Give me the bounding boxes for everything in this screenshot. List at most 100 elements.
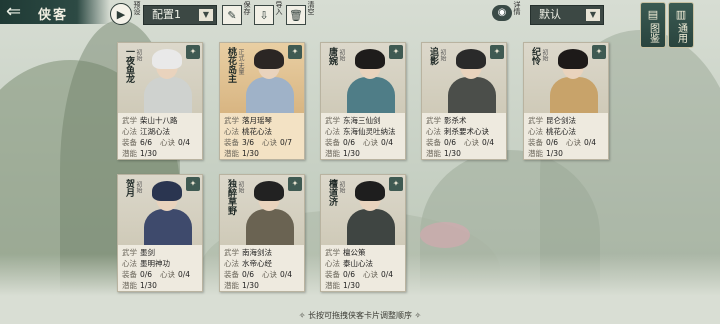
hero-portrait: 唐婉 初始 ✦ xyxy=(321,43,405,113)
equip-key: 装备 xyxy=(224,270,239,279)
equip-key: 装备 xyxy=(325,138,340,147)
hero-info: 武学 南海剑法 心法 水帝心经 装备 0/6 心诀 0/4 潜能 1/30 xyxy=(224,247,304,291)
hero-tag: 初始 xyxy=(541,49,548,61)
hero-info: 武学 柴山十八路 心法 江湖心法 装备 6/6 心诀 0/4 潜能 1/30 xyxy=(122,115,202,159)
equip-key: 装备 xyxy=(122,270,137,279)
broom-icon[interactable]: ✦ xyxy=(288,177,302,191)
mind-key: 心法 xyxy=(325,259,340,268)
potential-value: 1/30 xyxy=(546,149,563,158)
equip-key: 装备 xyxy=(426,138,441,147)
broom-icon[interactable]: ✦ xyxy=(490,45,504,59)
mind-key: 心法 xyxy=(528,127,543,136)
sort-value: 默认 xyxy=(539,8,561,21)
hero-portrait: 一夜鱼龙 初始 ✦ xyxy=(118,43,202,113)
clear-label: 清空 xyxy=(307,1,315,15)
hero-card[interactable]: 唐婉 初始 ✦ 武学 东海三仙剑 心法 东海仙灵吐纳法 装备 0/6 心诀 0/4 潜能 1/30 xyxy=(320,42,406,160)
secret-key: 心诀 xyxy=(160,138,175,147)
general-button[interactable]: ▥ 通用 xyxy=(668,2,694,48)
secret-value: 0/4 xyxy=(178,270,191,279)
preset-label: 预设 xyxy=(133,1,141,15)
secret-key: 心诀 xyxy=(566,138,581,147)
save-button[interactable]: ✎ xyxy=(222,5,242,25)
secret-value: 0/4 xyxy=(381,138,394,147)
hero-tag: 初始 xyxy=(135,49,142,61)
arrow-left-icon: ⇐ xyxy=(6,1,22,22)
hero-name: 檀道济 xyxy=(327,179,337,206)
martial-value: 影杀术 xyxy=(444,116,467,125)
martial-value: 落月瑶琴 xyxy=(242,116,272,125)
martial-key: 武学 xyxy=(325,116,340,125)
chevron-down-icon: ▼ xyxy=(586,9,600,21)
clear-button[interactable]: 🗑 xyxy=(286,5,306,25)
detail-toggle-button[interactable]: ◉ xyxy=(492,5,512,21)
book-icon: ▤ xyxy=(647,7,659,21)
hero-name: 追影 xyxy=(428,47,438,65)
hero-portrait: 追影 初始 ✦ xyxy=(422,43,506,113)
mind-value: 江湖心法 xyxy=(140,127,170,136)
detail-label: 详情 xyxy=(513,1,521,15)
scroll-icon: ▥ xyxy=(675,7,687,21)
mind-key: 心法 xyxy=(426,127,441,136)
back-button[interactable]: ⇐ xyxy=(6,2,32,22)
hero-tag: 初始 xyxy=(439,49,446,61)
mind-value: 刺杀要术心诀 xyxy=(444,127,489,136)
sort-select[interactable]: 默认 ▼ xyxy=(530,5,604,25)
hero-card[interactable]: 贺月 初始 ✦ 武学 墨剑 心法 墨明神功 装备 0/6 心诀 0/4 潜能 1/30 xyxy=(117,174,203,292)
secret-key: 心诀 xyxy=(262,138,277,147)
broom-icon[interactable]: ✦ xyxy=(186,177,200,191)
martial-key: 武学 xyxy=(224,116,239,125)
equip-key: 装备 xyxy=(325,270,340,279)
potential-key: 潜能 xyxy=(325,149,340,158)
martial-key: 武学 xyxy=(426,116,441,125)
broom-icon[interactable]: ✦ xyxy=(186,45,200,59)
secret-value: 0/4 xyxy=(584,138,597,147)
hero-card[interactable]: 一夜鱼龙 初始 ✦ 武学 柴山十八路 心法 江湖心法 装备 6/6 心诀 0/4 潜能 1/30 xyxy=(117,42,203,160)
equip-value: 0/6 xyxy=(444,138,457,147)
equip-value: 0/6 xyxy=(343,270,356,279)
martial-value: 东海三仙剑 xyxy=(343,116,381,125)
secret-key: 心诀 xyxy=(262,270,277,279)
config-select[interactable]: 配置1 ▼ xyxy=(143,5,217,25)
potential-value: 1/30 xyxy=(242,281,259,290)
codex-button[interactable]: ▤ 图鉴 xyxy=(640,2,666,48)
broom-icon[interactable]: ✦ xyxy=(389,45,403,59)
potential-value: 1/30 xyxy=(242,149,259,158)
broom-icon[interactable]: ✦ xyxy=(592,45,606,59)
martial-value: 檀公策 xyxy=(343,248,366,257)
secret-value: 0/4 xyxy=(482,138,495,147)
mind-value: 墨明神功 xyxy=(140,259,170,268)
hero-card[interactable]: 檀道济 初始 ✦ 武学 檀公策 心法 泰山心法 装备 0/6 心诀 0/4 潜能 1/30 xyxy=(320,174,406,292)
potential-key: 潜能 xyxy=(325,281,340,290)
hero-card[interactable]: 追影 初始 ✦ 武学 影杀术 心法 刺杀要术心诀 装备 0/6 心诀 0/4 潜能 1/30 xyxy=(421,42,507,160)
potential-key: 潜能 xyxy=(224,281,239,290)
equip-value: 0/6 xyxy=(242,270,255,279)
martial-key: 武学 xyxy=(122,248,137,257)
drag-hint: ✧ 长按可拖拽侠客卡片调整顺序 ✧ xyxy=(0,310,720,321)
hero-info: 武学 落月瑶琴 心法 桃花心法 装备 3/6 心诀 0/7 潜能 1/30 xyxy=(224,115,304,159)
trash-icon: 🗑 xyxy=(289,8,303,22)
play-icon: ▶ xyxy=(116,7,126,21)
import-button[interactable]: ⇩ xyxy=(254,5,274,25)
equip-key: 装备 xyxy=(224,138,239,147)
potential-value: 1/30 xyxy=(343,281,360,290)
sparkle-icon: ✧ xyxy=(298,311,308,320)
equip-value: 0/6 xyxy=(546,138,559,147)
hero-name: 桃花岛主 xyxy=(226,47,236,83)
top-toolbar: ⇐ 侠客 ▶ 预设 配置1 ▼ ✎ 保存 ⇩ 导入 🗑 清空 ◉ 详情 默认 ▼… xyxy=(0,0,720,48)
mind-key: 心法 xyxy=(122,127,137,136)
hero-portrait: 贺月 初始 ✦ xyxy=(118,175,202,245)
hero-card[interactable]: 桃花岛主 正式·无量 ✦ 武学 落月瑶琴 心法 桃花心法 装备 3/6 心诀 0/7 潜能 1/30 xyxy=(219,42,305,160)
martial-value: 墨剑 xyxy=(140,248,155,257)
preset-play-button[interactable]: ▶ xyxy=(110,3,132,25)
hero-card[interactable]: 纪怜 初始 ✦ 武学 昆仑剑法 心法 桃花心法 装备 0/6 心诀 0/4 潜能 1/30 xyxy=(523,42,609,160)
mind-value: 东海仙灵吐纳法 xyxy=(343,127,396,136)
codex-label: 图鉴 xyxy=(647,22,659,43)
broom-icon[interactable]: ✦ xyxy=(389,177,403,191)
hero-card[interactable]: 独醉草野 初始 ✦ 武学 南海剑法 心法 水帝心经 装备 0/6 心诀 0/4 潜能 1/30 xyxy=(219,174,305,292)
config-value: 配置1 xyxy=(152,8,181,21)
equip-value: 6/6 xyxy=(140,138,153,147)
potential-key: 潜能 xyxy=(122,149,137,158)
mind-key: 心法 xyxy=(122,259,137,268)
secret-value: 0/4 xyxy=(280,270,293,279)
broom-icon[interactable]: ✦ xyxy=(288,45,302,59)
